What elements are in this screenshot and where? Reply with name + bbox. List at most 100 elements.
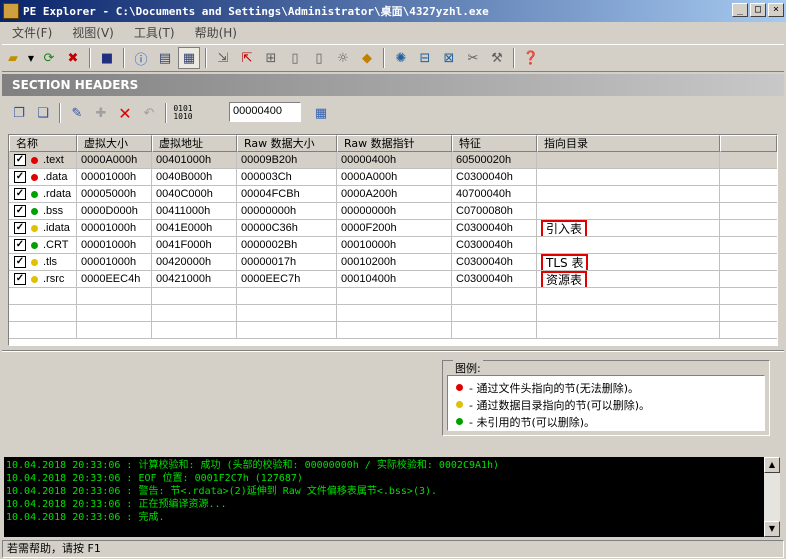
col-virtual-size[interactable]: 虚拟大小	[77, 135, 152, 152]
virtual-address-cell: 00420000h	[152, 254, 237, 271]
directory-cell: 引入表	[537, 220, 720, 237]
log-line: 10.04.2018 20:33:06 : 完成.	[6, 512, 165, 523]
settings-icon[interactable]: ✺	[390, 47, 412, 69]
table-row[interactable]: ✓ .idata 00001000h 0041E000h 00000C36h 0000F2…	[9, 220, 777, 237]
status-dot-icon	[31, 258, 38, 266]
col-raw-size[interactable]: Raw 数据大小	[237, 135, 337, 152]
edit-section-icon[interactable]: ✎	[66, 102, 88, 124]
add-section-icon[interactable]: ✚	[90, 102, 112, 124]
info-icon[interactable]: ⓘ	[130, 47, 152, 69]
close-file-icon[interactable]: ✖	[62, 47, 84, 69]
maximize-button[interactable]: □	[750, 3, 766, 17]
dropdown-arrow-icon[interactable]: ▼	[26, 47, 36, 69]
directory-label: TLS 表	[541, 254, 589, 270]
reload-icon[interactable]: ⟳	[38, 47, 60, 69]
table-row[interactable]: ✓ .data 00001000h 0040B000h 000003Ch 0000A000…	[9, 169, 777, 186]
checkbox-icon[interactable]: ✓	[14, 256, 26, 268]
table-row[interactable]: ✓ .rsrc 0000EEC4h 00421000h 0000EEC7h 0001040…	[9, 271, 777, 288]
raw-pointer-cell	[337, 288, 452, 305]
col-virtual-address[interactable]: 虚拟地址	[152, 135, 237, 152]
table-row[interactable]: ✓ .tls 00001000h 00420000h 00000017h 00010200…	[9, 254, 777, 271]
raw-pointer-cell: 00000000h	[337, 203, 452, 220]
copy-all-icon[interactable]: ❏	[32, 102, 54, 124]
close-button[interactable]: ×	[768, 3, 784, 17]
menu-file[interactable]: 文件(F)	[0, 24, 60, 41]
checkbox-icon[interactable]: ✓	[14, 188, 26, 200]
legend-title: 图例:	[453, 360, 483, 376]
undo-icon[interactable]: ↶	[138, 102, 160, 124]
table-row	[9, 322, 777, 339]
panel-splitter[interactable]	[2, 350, 784, 352]
resource-icon[interactable]: ⊞	[260, 47, 282, 69]
raw-size-cell	[237, 322, 337, 339]
raw-size-cell: 0000002Bh	[237, 237, 337, 254]
table-body: ✓ .text 0000A000h 00401000h 00009B20h 0000040…	[9, 152, 777, 339]
checkbox-icon[interactable]: ✓	[14, 239, 26, 251]
calculator-icon[interactable]: ▦	[310, 102, 332, 124]
export-icon[interactable]: ⇱	[236, 47, 258, 69]
window-title: PE Explorer - C:\Documents and Settings\…	[23, 5, 489, 18]
table-row	[9, 288, 777, 305]
virtual-size-cell	[77, 322, 152, 339]
log-panel[interactable]: 10.04.2018 20:33:06 : 计算校验和: 成功 (头部的校验和:…	[4, 457, 764, 537]
headers-icon[interactable]: ▤	[154, 47, 176, 69]
virtual-size-cell: 0000EEC4h	[77, 271, 152, 288]
legend-item: - 通过数据目录指向的节(可以删除)。	[456, 396, 756, 413]
disassembler-icon[interactable]: ▯	[284, 47, 306, 69]
checkbox-icon[interactable]: ✓	[14, 171, 26, 183]
tree-icon[interactable]: ⊟	[414, 47, 436, 69]
directory-cell	[537, 237, 720, 254]
wrench-icon[interactable]: ⚒	[486, 47, 508, 69]
log-scrollbar[interactable]: ▲ ▼	[764, 457, 780, 537]
raw-pointer-cell: 0000F200h	[337, 220, 452, 237]
col-characteristics[interactable]: 特征	[452, 135, 537, 152]
table-row[interactable]: ✓ .bss 0000D000h 00411000h 00000000h 00000000…	[9, 203, 777, 220]
status-dot-icon	[31, 156, 38, 164]
open-folder-icon[interactable]: ▰	[2, 47, 24, 69]
offset-input[interactable]: 00000400	[229, 102, 301, 122]
menu-help[interactable]: 帮助(H)	[183, 24, 245, 41]
table-row[interactable]: ✓ .text 0000A000h 00401000h 00009B20h 0000040…	[9, 152, 777, 169]
checkbox-icon[interactable]: ✓	[14, 154, 26, 166]
section-name: .tls	[43, 256, 58, 268]
menu-tools[interactable]: 工具(T)	[122, 24, 183, 41]
scroll-up-icon[interactable]: ▲	[764, 457, 780, 473]
table-row[interactable]: ✓ .rdata 00005000h 0040C000h 00004FCBh 0000A2…	[9, 186, 777, 203]
virtual-address-cell: 0041F000h	[152, 237, 237, 254]
sections-icon[interactable]: ▦	[178, 47, 200, 69]
directory-cell	[537, 305, 720, 322]
virtual-size-cell: 00001000h	[77, 169, 152, 186]
import-icon[interactable]: ⇲	[212, 47, 234, 69]
menu-view[interactable]: 视图(V)	[60, 24, 122, 41]
virtual-size-cell: 0000A000h	[77, 152, 152, 169]
raw-pointer-cell: 0000A200h	[337, 186, 452, 203]
tools-icon[interactable]: ✂	[462, 47, 484, 69]
col-raw-pointer[interactable]: Raw 数据指针	[337, 135, 452, 152]
checkbox-icon[interactable]: ✓	[14, 273, 26, 285]
filler-cell	[720, 237, 777, 254]
debug-icon[interactable]: ☼	[332, 47, 354, 69]
checkbox-icon[interactable]: ✓	[14, 222, 26, 234]
table-row[interactable]: ✓ .CRT 00001000h 0041F000h 0000002Bh 00010000…	[9, 237, 777, 254]
help-icon[interactable]: ❓	[520, 47, 542, 69]
section-name: .rsrc	[43, 273, 65, 285]
app-icon[interactable]	[3, 3, 19, 19]
network-icon[interactable]: ⊠	[438, 47, 460, 69]
dependency-icon[interactable]: ▯	[308, 47, 330, 69]
toolbar-separator	[89, 48, 91, 68]
status-dot-icon	[31, 173, 38, 181]
delete-section-icon[interactable]: ✕	[114, 102, 136, 124]
col-directory[interactable]: 指向目录	[537, 135, 720, 152]
raw-size-cell: 00004FCBh	[237, 186, 337, 203]
scroll-down-icon[interactable]: ▼	[764, 521, 780, 537]
col-name[interactable]: 名称	[9, 135, 77, 152]
toolbar-separator	[59, 103, 61, 123]
compare-icon[interactable]: ◆	[356, 47, 378, 69]
checkbox-icon[interactable]: ✓	[14, 205, 26, 217]
copy-section-icon[interactable]: ❐	[8, 102, 30, 124]
minimize-button[interactable]: _	[732, 3, 748, 17]
hex-view-icon[interactable]: 0101 1010	[172, 102, 194, 124]
save-icon[interactable]: ■	[96, 47, 118, 69]
directory-cell	[537, 169, 720, 186]
characteristics-cell: C0700080h	[452, 203, 537, 220]
